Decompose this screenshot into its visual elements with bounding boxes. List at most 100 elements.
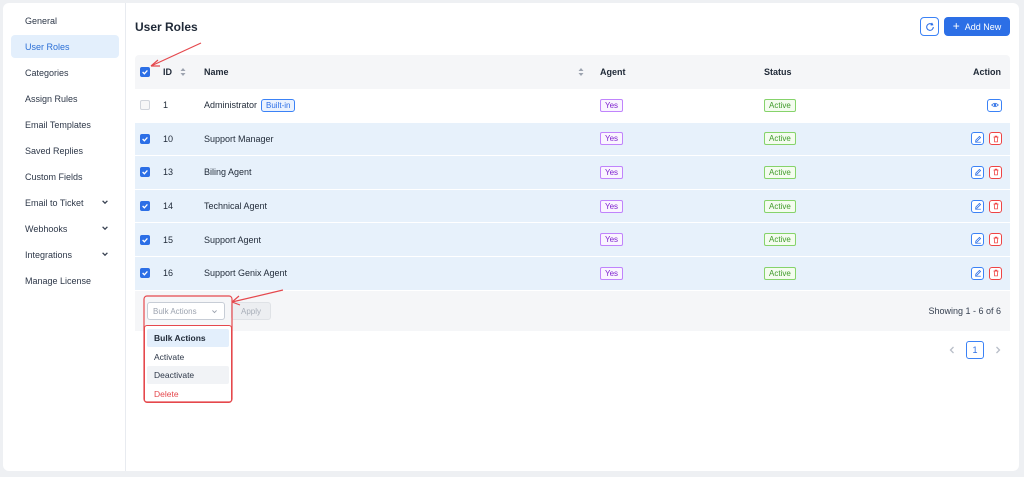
agent-badge: Yes xyxy=(600,165,624,179)
sidebar-item-general[interactable]: General xyxy=(11,9,119,32)
edit-button[interactable] xyxy=(971,199,984,213)
showing-count: Showing 1 - 6 of 6 xyxy=(928,306,1001,316)
page-title: User Roles xyxy=(135,20,198,34)
row-checkbox[interactable] xyxy=(140,268,150,279)
main-content: User Roles + Add New ID Name Agent Statu… xyxy=(127,3,1019,471)
role-id: 14 xyxy=(163,201,174,212)
column-header-status: Status xyxy=(764,55,792,89)
table-row: 15 Support Agent Yes Active xyxy=(135,223,1010,257)
delete-button[interactable] xyxy=(989,165,1002,179)
sidebar-item-label: General xyxy=(25,15,58,26)
bulk-actions-select[interactable]: Bulk Actions xyxy=(147,302,225,320)
pencil-icon xyxy=(974,135,981,143)
role-name: Technical Agent xyxy=(204,201,268,212)
eye-icon xyxy=(990,103,999,108)
pencil-icon xyxy=(974,236,981,244)
chevron-right-icon[interactable] xyxy=(993,345,1003,355)
agent-badge: Yes xyxy=(600,98,624,112)
select-all-checkbox[interactable] xyxy=(140,67,150,77)
delete-button[interactable] xyxy=(989,233,1002,247)
app-window: General User Roles Categories Assign Rul… xyxy=(3,3,1019,471)
chevron-down-icon xyxy=(102,252,108,257)
add-new-button[interactable]: + Add New xyxy=(944,17,1010,36)
column-label: ID xyxy=(163,67,172,77)
menu-item-bulk-actions[interactable]: Bulk Actions xyxy=(147,329,229,347)
check-icon xyxy=(142,204,148,209)
apply-button[interactable]: Apply xyxy=(231,302,271,320)
chevron-down-icon xyxy=(212,310,217,314)
column-header-agent: Agent xyxy=(600,55,626,89)
delete-button[interactable] xyxy=(989,266,1002,280)
sidebar-item-manage-license[interactable]: Manage License xyxy=(11,269,119,292)
sidebar-item-custom-fields[interactable]: Custom Fields xyxy=(11,165,119,188)
sidebar-item-user-roles[interactable]: User Roles xyxy=(11,35,119,58)
sidebar-item-label: Categories xyxy=(25,67,69,78)
table-footer: Bulk Actions Apply Showing 1 - 6 of 6 xyxy=(135,291,1010,331)
edit-button[interactable] xyxy=(971,132,984,146)
edit-button[interactable] xyxy=(971,165,984,179)
sidebar-item-label: Email to Ticket xyxy=(25,197,84,208)
row-checkbox[interactable] xyxy=(140,201,150,212)
sort-icon xyxy=(180,68,186,76)
pagination: 1 xyxy=(947,341,1003,359)
sidebar-item-categories[interactable]: Categories xyxy=(11,61,119,84)
menu-item-delete[interactable]: Delete xyxy=(147,385,229,403)
sidebar-item-integrations[interactable]: Integrations xyxy=(11,243,119,266)
chevron-down-icon xyxy=(102,200,108,205)
apply-label: Apply xyxy=(240,306,261,316)
chevron-left-icon[interactable] xyxy=(947,345,957,355)
sidebar-item-label: Integrations xyxy=(25,249,73,260)
refresh-button[interactable] xyxy=(920,17,939,36)
page-number-current[interactable]: 1 xyxy=(966,341,984,359)
plus-icon: + xyxy=(952,18,960,33)
menu-item-activate[interactable]: Activate xyxy=(147,348,229,366)
table-row: 13 Biling Agent Yes Active xyxy=(135,156,1010,190)
table-row: 10 Support Manager Yes Active xyxy=(135,122,1010,157)
status-badge: Active xyxy=(764,266,796,280)
bulk-actions-menu: Bulk Actions Activate Deactivate Delete xyxy=(144,325,232,403)
sidebar-item-email-templates[interactable]: Email Templates xyxy=(11,113,119,136)
add-new-label: Add New xyxy=(964,21,1002,32)
pencil-icon xyxy=(974,270,981,277)
sidebar-item-label: Email Templates xyxy=(25,119,91,130)
pencil-icon xyxy=(974,169,981,177)
sidebar-item-saved-replies[interactable]: Saved Replies xyxy=(11,139,119,162)
delete-button[interactable] xyxy=(989,132,1002,146)
sidebar-item-label: Assign Rules xyxy=(25,93,78,104)
sidebar-item-label: User Roles xyxy=(25,41,70,52)
view-button[interactable] xyxy=(987,98,1002,112)
row-checkbox[interactable] xyxy=(140,133,150,144)
role-id: 13 xyxy=(163,167,174,178)
status-badge: Active xyxy=(764,233,796,247)
refresh-icon xyxy=(925,22,934,31)
delete-button[interactable] xyxy=(989,199,1002,213)
table-row: 14 Technical Agent Yes Active xyxy=(135,189,1010,224)
table-row: 16 Support Genix Agent Yes Active xyxy=(135,256,1010,291)
sidebar-item-webhooks[interactable]: Webhooks xyxy=(11,217,119,240)
edit-button[interactable] xyxy=(971,266,984,280)
role-id: 10 xyxy=(163,133,174,144)
status-badge: Active xyxy=(764,165,796,179)
row-checkbox[interactable] xyxy=(140,167,150,178)
trash-icon xyxy=(993,135,998,143)
status-badge: Active xyxy=(764,98,796,112)
check-icon xyxy=(142,69,148,75)
sidebar-item-label: Saved Replies xyxy=(25,145,84,156)
column-header-name[interactable]: Name xyxy=(204,55,584,89)
select-all-cell xyxy=(140,55,150,89)
row-checkbox[interactable] xyxy=(140,100,150,111)
check-icon xyxy=(142,237,148,243)
sidebar-item-email-to-ticket[interactable]: Email to Ticket xyxy=(11,191,119,214)
role-id: 1 xyxy=(163,100,169,111)
sidebar-item-assign-rules[interactable]: Assign Rules xyxy=(11,87,119,110)
bulk-actions-placeholder: Bulk Actions xyxy=(153,306,197,316)
row-checkbox[interactable] xyxy=(140,234,150,245)
edit-button[interactable] xyxy=(971,233,984,247)
check-icon xyxy=(142,271,148,276)
table-header: ID Name Agent Status Action xyxy=(135,55,1010,89)
trash-icon xyxy=(993,270,998,277)
trash-icon xyxy=(993,169,998,176)
check-icon xyxy=(142,170,148,176)
menu-item-deactivate[interactable]: Deactivate xyxy=(147,366,229,384)
column-header-id[interactable]: ID xyxy=(163,55,186,89)
